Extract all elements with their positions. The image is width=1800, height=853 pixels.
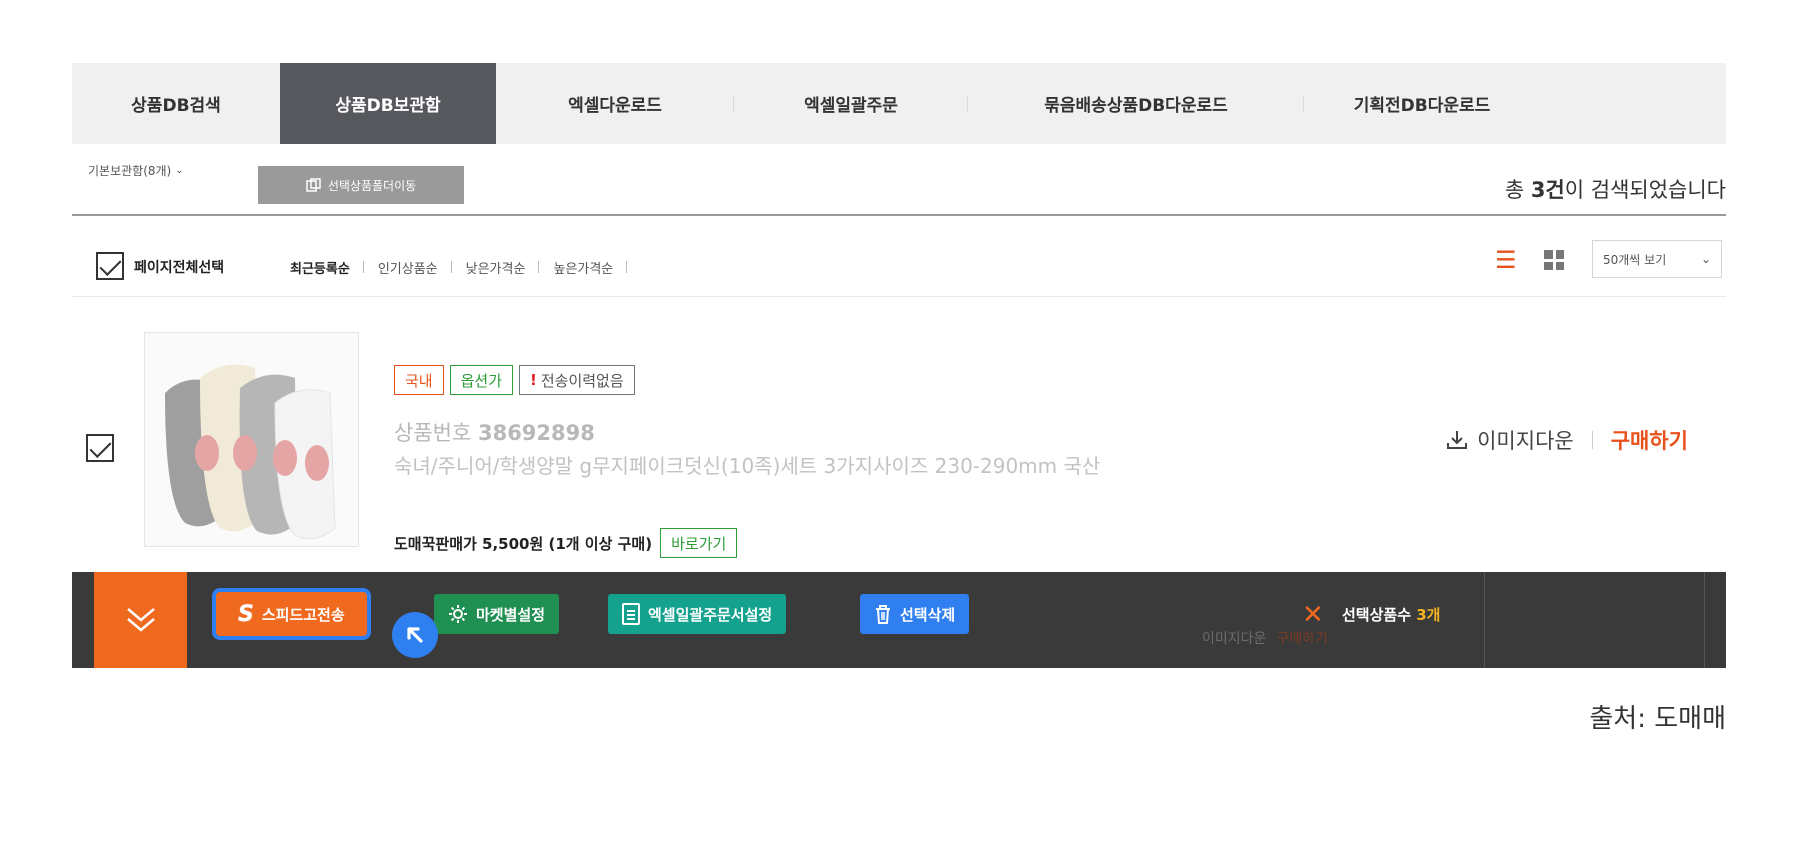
tab-bundle-db-download[interactable]: 묶음배송상품DB다운로드 bbox=[968, 63, 1304, 144]
main-tabs: 상품DB검색 상품DB보관함 엑셀다운로드 엑셀일괄주문 묶음배송상품DB다운로… bbox=[72, 63, 1726, 144]
product-row: 국내 옵션가 ! 전송이력없음 상품번호 38692898 숙녀/주니어/학생양말… bbox=[72, 300, 1726, 572]
chevron-down-icon: ⌄ bbox=[175, 165, 184, 176]
tab-promo-db-download[interactable]: 기획전DB다운로드 bbox=[1304, 63, 1540, 144]
clear-selection-icon[interactable]: ✕ bbox=[1302, 600, 1324, 630]
sort-popular[interactable]: 인기상품순 bbox=[364, 258, 452, 277]
product-name[interactable]: 숙녀/주니어/학생양말 g무지페이크덧신(10족)세트 3가지사이즈 230-2… bbox=[394, 451, 1154, 481]
tab-db-search[interactable]: 상품DB검색 bbox=[72, 63, 280, 144]
folder-copy-icon bbox=[306, 178, 321, 192]
tab-excel-download[interactable]: 엑셀다운로드 bbox=[496, 63, 734, 144]
source-caption: 출처: 도매매 bbox=[1589, 704, 1726, 734]
market-settings-button[interactable]: 마켓별설정 bbox=[434, 594, 560, 634]
sort-low-price[interactable]: 낮은가격순 bbox=[452, 258, 540, 277]
folder-select[interactable]: 기본보관함(8개) ⌄ bbox=[88, 162, 184, 179]
tab-db-storage[interactable]: 상품DB보관함 bbox=[280, 63, 496, 144]
select-all-label: 페이지전체선택 bbox=[134, 260, 225, 276]
list-view-icon[interactable]: ☰ bbox=[1495, 248, 1517, 272]
speedgo-logo-icon: S bbox=[238, 601, 254, 627]
sort-recent[interactable]: 최근등록순 bbox=[290, 258, 364, 277]
result-count: 총 3건이 검색되었습니다 bbox=[1504, 178, 1726, 202]
excel-order-settings-button[interactable]: 엑셀일괄주문서설정 bbox=[608, 594, 787, 634]
tab-excel-bulk-order[interactable]: 엑셀일괄주문 bbox=[734, 63, 968, 144]
download-icon bbox=[1447, 431, 1468, 449]
chevron-down-icon: ⌄ bbox=[1700, 252, 1711, 266]
gear-icon bbox=[449, 605, 467, 623]
select-all-checkbox[interactable] bbox=[96, 252, 124, 280]
socks-image bbox=[165, 364, 336, 540]
product-number: 상품번호 38692898 bbox=[394, 421, 595, 445]
buy-link[interactable]: 구매하기 bbox=[1611, 425, 1688, 455]
cursor-pointer-icon bbox=[392, 612, 438, 658]
storage-toolbar: 기본보관함(8개) ⌄ 선택상품폴더이동 총 3건이 검색되었습니다 bbox=[72, 144, 1726, 216]
badge-no-history: ! 전송이력없음 bbox=[519, 365, 635, 395]
selected-count: 선택상품수 3개 bbox=[1342, 606, 1441, 624]
delete-selected-button[interactable]: 선택삭제 bbox=[860, 594, 970, 634]
badge-domestic: 국내 bbox=[394, 365, 444, 395]
bottom-action-bar: 이미지다운 구매하기 S 스피드고전송 마켓별설정 엑셀일괄주문서설정 선택삭제… bbox=[72, 572, 1726, 668]
go-to-product-button[interactable]: 바로가기 bbox=[660, 528, 738, 558]
sort-high-price[interactable]: 높은가격순 bbox=[539, 258, 628, 277]
badge-option-price: 옵션가 bbox=[449, 365, 514, 395]
product-image[interactable] bbox=[144, 332, 359, 547]
sort-options: 최근등록순 인기상품순 낮은가격순 높은가격순 bbox=[290, 258, 628, 277]
grid-view-icon[interactable] bbox=[1544, 250, 1564, 270]
product-price: 도매꾹판매가 5,500원 (1개 이상 구매) 바로가기 bbox=[394, 528, 738, 558]
exclamation-icon: ! bbox=[530, 371, 537, 389]
sort-bar: 페이지전체선택 최근등록순 인기상품순 낮은가격순 높은가격순 ☰ 50개씩 보… bbox=[72, 218, 1726, 297]
product-badges: 국내 옵션가 ! 전송이력없음 bbox=[394, 365, 635, 395]
product-actions: 이미지다운 구매하기 bbox=[1445, 425, 1688, 455]
product-checkbox[interactable] bbox=[86, 434, 114, 462]
ghost-row-actions: 이미지다운 구매하기 bbox=[1202, 631, 1328, 647]
collapse-bar-button[interactable] bbox=[94, 572, 187, 668]
move-to-folder-button[interactable]: 선택상품폴더이동 bbox=[258, 166, 464, 204]
trash-icon bbox=[876, 605, 890, 624]
image-download-link[interactable]: 이미지다운 bbox=[1477, 425, 1574, 455]
document-icon bbox=[622, 603, 640, 625]
double-chevron-down-icon bbox=[126, 608, 155, 632]
speed-send-button[interactable]: S 스피드고전송 bbox=[212, 588, 371, 640]
per-page-select[interactable]: 50개씩 보기 ⌄ bbox=[1592, 240, 1722, 278]
